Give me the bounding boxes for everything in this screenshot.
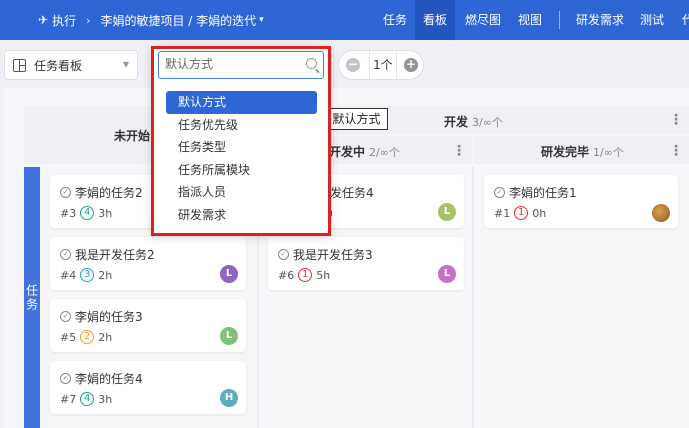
task-card[interactable]: ✓ 李娟的任务3 #5 2 2h L — [50, 299, 246, 352]
option-requirement[interactable]: 研发需求 — [166, 204, 321, 227]
swimlane-label: 任务 — [24, 167, 40, 428]
task-hours: 0h — [532, 206, 547, 220]
breadcrumb: ✈ 执行 › 李娟的敏捷项目 / 李娟的迭代 ▾ — [38, 0, 264, 40]
nav-tab-burndown[interactable]: 燃尽图 — [465, 0, 501, 40]
priority-badge: 2 — [80, 330, 95, 344]
group-by-dropdown: 默认方式 任务优先级 任务类型 任务所属模块 指派人员 研发需求 — [151, 46, 331, 236]
group-by-options: 默认方式 任务优先级 任务类型 任务所属模块 指派人员 研发需求 — [166, 91, 321, 226]
column-label: 开发中 — [329, 145, 366, 159]
priority-badge: 3 — [80, 268, 95, 282]
nav-divider — [559, 11, 560, 29]
view-select[interactable]: 任务看板 ▼ — [4, 50, 138, 80]
task-card[interactable]: ✓ 我是开发任务3 #6 1 5h L — [268, 237, 464, 290]
task-check-icon: ✓ — [60, 373, 71, 384]
view-select-label: 任务看板 — [34, 58, 83, 73]
column-count: 2/∞个 — [369, 146, 400, 159]
task-title: 李娟的任务3 — [75, 310, 143, 324]
task-id: #6 — [278, 268, 295, 282]
chevron-down-icon: ▼ — [122, 60, 129, 69]
option-task-priority[interactable]: 任务优先级 — [166, 114, 321, 137]
caret-down-icon[interactable]: ▾ — [259, 15, 264, 25]
avatar[interactable]: L — [438, 203, 456, 221]
column-header-dev-done: 研发完毕 1/∞个 ⋮ — [474, 136, 689, 164]
breadcrumb-project[interactable]: 李娟的敏捷项目 / 李娟的迭代 — [100, 12, 256, 29]
breadcrumb-run[interactable]: 执行 — [52, 12, 76, 29]
column-width-stepper: − 1个 + — [338, 50, 424, 80]
task-title: 李娟的任务2 — [75, 186, 143, 200]
avatar-photo[interactable] — [652, 204, 670, 222]
avatar[interactable]: L — [220, 265, 238, 283]
avatar[interactable]: H — [220, 389, 238, 407]
task-card[interactable]: ✓ 李娟的任务4 #7 4 3h H — [50, 361, 246, 414]
task-hours: 3h — [98, 206, 113, 220]
group-by-search[interactable] — [158, 51, 324, 79]
task-card[interactable]: ✓ 我是开发任务2 #4 3 2h L — [50, 237, 246, 290]
nav-tab-kanban[interactable]: 看板 — [415, 0, 456, 40]
plus-button[interactable]: + — [404, 58, 418, 72]
minus-button[interactable]: − — [346, 58, 360, 72]
more-icon[interactable]: ⋮ — [669, 113, 683, 127]
task-hours: 5h — [316, 268, 331, 282]
task-title: 我是开发任务3 — [293, 248, 373, 262]
top-navbar: ✈ 执行 › 李娟的敏捷项目 / 李娟的迭代 ▾ 任务 看板 燃尽图 视图 研发… — [0, 0, 689, 40]
task-id: #5 — [60, 330, 77, 344]
task-check-icon: ✓ — [60, 187, 71, 198]
option-default[interactable]: 默认方式 — [166, 91, 317, 114]
task-hours: 3h — [98, 392, 113, 406]
task-check-icon: ✓ — [60, 249, 71, 260]
column-label: 未开始 — [114, 129, 151, 143]
task-hours: 2h — [98, 268, 113, 282]
more-icon[interactable]: ⋮ — [669, 144, 683, 158]
task-id: #1 — [494, 206, 511, 220]
task-id: #7 — [60, 392, 77, 406]
task-card[interactable]: ✓ 李娟的任务1 #1 1 0h — [484, 175, 678, 228]
nav-tab-test[interactable]: 测试 — [640, 0, 664, 40]
task-title: 李娟的任务4 — [75, 372, 143, 386]
option-assignee[interactable]: 指派人员 — [166, 181, 321, 204]
avatar[interactable]: L — [220, 327, 238, 345]
task-check-icon: ✓ — [494, 187, 505, 198]
chevron-right-icon: › — [86, 13, 91, 27]
option-task-module[interactable]: 任务所属模块 — [166, 159, 321, 182]
run-icon: ✈ — [38, 13, 49, 27]
column-label: 研发完毕 — [541, 145, 590, 159]
column-label: 开发 — [444, 115, 469, 129]
stepper-value: 1个 — [369, 51, 397, 79]
task-hours: 2h — [98, 330, 113, 344]
nav-tab-more[interactable]: 代 — [682, 0, 689, 40]
task-id: #3 — [60, 206, 77, 220]
nav-tab-tasks[interactable]: 任务 — [383, 0, 407, 40]
group-by-search-input[interactable] — [165, 57, 295, 71]
task-id: #4 — [60, 268, 77, 282]
avatar[interactable]: L — [438, 265, 456, 283]
priority-badge: 1 — [514, 206, 529, 220]
task-check-icon: ✓ — [278, 249, 289, 260]
task-title: 我是开发任务2 — [75, 248, 155, 262]
priority-badge: 1 — [298, 268, 313, 282]
option-task-type[interactable]: 任务类型 — [166, 136, 321, 159]
priority-badge: 4 — [80, 392, 95, 406]
task-title: 李娟的任务1 — [509, 186, 577, 200]
board-icon — [13, 58, 26, 72]
more-icon[interactable]: ⋮ — [452, 144, 466, 158]
tooltip: 默认方式 — [325, 108, 388, 130]
column-divider — [472, 166, 474, 428]
priority-badge: 4 — [80, 206, 95, 220]
nav-tab-view[interactable]: 视图 — [518, 0, 542, 40]
search-icon[interactable] — [306, 58, 317, 69]
column-count: 1/∞个 — [593, 146, 624, 159]
column-count: 3/∞个 — [472, 116, 503, 129]
task-title: 发任务4 — [330, 186, 374, 200]
task-check-icon: ✓ — [60, 311, 71, 322]
nav-tab-requirements[interactable]: 研发需求 — [576, 0, 624, 40]
